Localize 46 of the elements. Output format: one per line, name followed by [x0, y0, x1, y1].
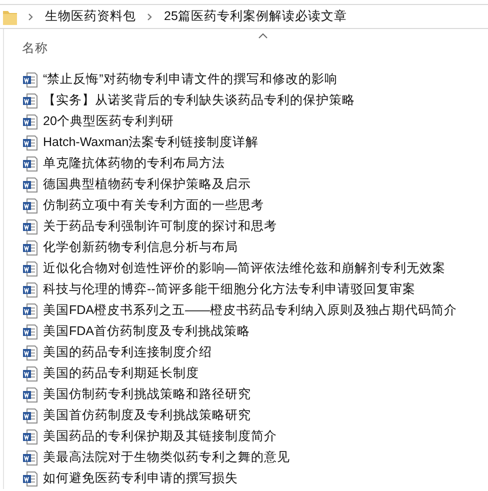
file-name[interactable]: 美国的药品专利连接制度介绍 [43, 344, 212, 361]
file-name[interactable]: 关于药品专利强制许可制度的探讨和思考 [43, 218, 277, 235]
chevron-icon [147, 12, 153, 20]
file-name[interactable]: 【实务】从诺奖背后的专利缺失谈药品专利的保护策略 [43, 92, 355, 109]
word-document-icon [22, 450, 38, 466]
word-document-icon [22, 428, 38, 444]
word-document-icon [22, 282, 38, 298]
file-name[interactable]: 仿制药立项中有关专利方面的一些思考 [43, 197, 264, 214]
breadcrumb-item[interactable]: 生物医药资料包 [45, 8, 136, 25]
breadcrumb-item[interactable]: 25篇医药专利案例解读必读文章 [164, 8, 347, 25]
file-name[interactable]: 美最高法院对于生物类似药专利之舞的意见 [43, 449, 290, 466]
word-document-icon [22, 198, 38, 214]
word-document-icon [22, 324, 38, 340]
word-document-icon [22, 302, 38, 318]
file-name[interactable]: 美国仿制药专利挑战策略和路径研究 [43, 386, 251, 403]
file-name[interactable]: Hatch-Waxman法案专利链接制度详解 [43, 134, 259, 151]
file-name[interactable]: 近似化合物对创造性评价的影响—简评依法维伦兹和崩解剂专利无效案 [43, 260, 446, 277]
file-name[interactable]: 美国的药品专利期延长制度 [43, 365, 199, 382]
word-document-icon [22, 134, 38, 150]
file-name[interactable]: 德国典型植物药专利保护策略及启示 [43, 176, 251, 193]
word-document-icon [22, 114, 38, 130]
chevron-icon [28, 12, 34, 20]
folder-icon [3, 8, 17, 24]
file-name[interactable]: 单克隆抗体药物的专利布局方法 [43, 155, 225, 172]
file-name[interactable]: 化学创新药物专利信息分析与布局 [43, 239, 238, 256]
word-document-icon [22, 176, 38, 192]
word-document-icon [22, 72, 38, 88]
file-name[interactable]: “禁止反悔”对药物专利申请文件的撰写和修改的影响 [43, 71, 338, 88]
file-name[interactable]: 美国首仿药制度及专利挑战策略研究 [43, 407, 251, 424]
word-document-icon [22, 156, 38, 172]
file-name[interactable]: 美国药品的专利保护期及其链接制度简介 [43, 428, 277, 445]
file-name[interactable]: 美国FDA橙皮书系列之五——橙皮书药品专利纳入原则及独占期代码简介 [43, 302, 457, 319]
file-name[interactable]: 20个典型医药专利判研 [43, 113, 174, 130]
file-name[interactable]: 如何避免医药专利申请的撰写损失 [43, 470, 238, 487]
word-document-icon [22, 260, 38, 276]
file-name[interactable]: 科技与伦理的博弈--简评多能干细胞分化方法专利申请驳回复审案 [43, 281, 416, 298]
column-header[interactable]: 名称 [22, 40, 48, 57]
word-document-icon [22, 366, 38, 382]
word-document-icon [22, 240, 38, 256]
word-document-icon [22, 408, 38, 424]
word-document-icon [22, 386, 38, 402]
file-name[interactable]: 美国FDA首仿药制度及专利挑战策略 [43, 323, 250, 340]
word-document-icon [22, 470, 38, 486]
word-document-icon [22, 344, 38, 360]
word-document-icon [22, 92, 38, 108]
word-document-icon [22, 218, 38, 234]
